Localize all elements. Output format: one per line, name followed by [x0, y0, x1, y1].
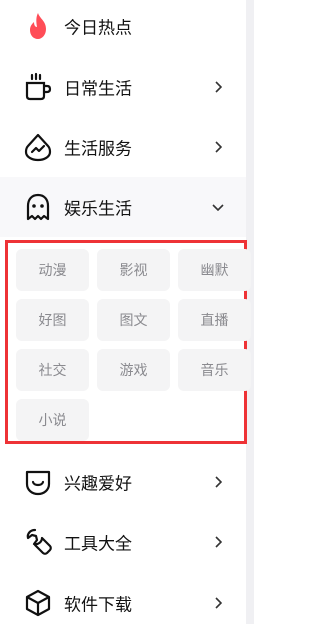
submenu-item-image-text[interactable]: 图文	[97, 299, 170, 341]
submenu-item-social[interactable]: 社交	[16, 349, 89, 391]
menu-item-hot[interactable]: 今日热点	[0, 0, 246, 56]
menu-item-services[interactable]: 生活服务	[0, 117, 246, 177]
box-icon	[22, 587, 54, 619]
wrench-icon	[22, 526, 54, 558]
entertainment-submenu: 动漫 影视 幽默 好图 图文 直播 社交 游戏 音乐 小说	[5, 240, 251, 444]
menu-label-hobby: 兴趣爱好	[64, 474, 132, 495]
menu-label-services: 生活服务	[64, 139, 132, 160]
service-drop-icon	[22, 131, 54, 163]
chevron-right-icon	[212, 536, 224, 548]
submenu-item-pictures[interactable]: 好图	[16, 299, 89, 341]
menu-item-tools[interactable]: 工具大全	[0, 512, 246, 572]
submenu-item-music[interactable]: 音乐	[178, 349, 251, 391]
chevron-right-icon	[212, 81, 224, 93]
menu-label-entertainment: 娱乐生活	[64, 199, 132, 220]
menu-item-entertainment[interactable]: 娱乐生活	[0, 177, 246, 237]
menu-item-daily[interactable]: 日常生活	[0, 57, 246, 117]
menu-label-hot: 今日热点	[64, 18, 132, 39]
ghost-icon	[22, 191, 54, 223]
submenu-item-movies[interactable]: 影视	[97, 249, 170, 291]
chevron-right-icon	[212, 141, 224, 153]
flame-icon	[22, 10, 54, 42]
submenu-item-humor[interactable]: 幽默	[178, 249, 251, 291]
menu-label-daily: 日常生活	[64, 79, 132, 100]
submenu-item-live[interactable]: 直播	[178, 299, 251, 341]
chevron-right-icon	[212, 597, 224, 609]
chevron-down-icon	[212, 201, 224, 213]
cup-icon	[22, 71, 54, 103]
menu-label-software: 软件下载	[64, 595, 132, 616]
menu-label-tools: 工具大全	[64, 534, 132, 555]
submenu-item-anime[interactable]: 动漫	[16, 249, 89, 291]
submenu-item-novels[interactable]: 小说	[16, 399, 89, 441]
smile-icon	[22, 466, 54, 498]
menu-item-hobby[interactable]: 兴趣爱好	[0, 452, 246, 512]
submenu-item-games[interactable]: 游戏	[97, 349, 170, 391]
menu-item-software[interactable]: 软件下载	[0, 573, 246, 633]
chevron-right-icon	[212, 476, 224, 488]
